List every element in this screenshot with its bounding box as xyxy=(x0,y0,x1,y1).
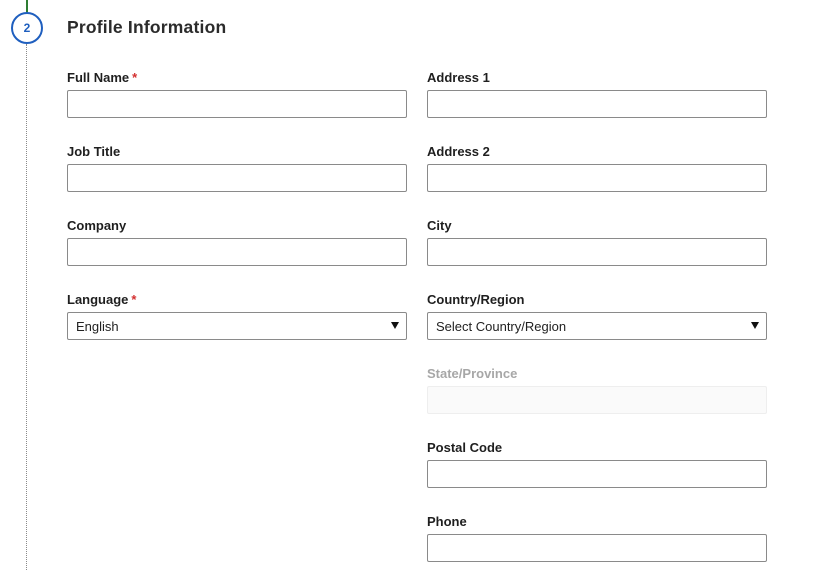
language-label-text: Language xyxy=(67,292,129,307)
full-name-input[interactable] xyxy=(67,90,407,118)
postal-code-label: Postal Code xyxy=(427,440,502,455)
country-select[interactable]: Select Country/Region xyxy=(427,312,767,340)
full-name-label-text: Full Name xyxy=(67,70,130,85)
language-label: Language * xyxy=(67,292,136,307)
city-input[interactable] xyxy=(427,238,767,266)
city-label-text: City xyxy=(427,218,452,233)
country-selected-value: Select Country/Region xyxy=(436,318,567,334)
language-selected-value: English xyxy=(76,318,119,334)
phone-input[interactable] xyxy=(427,534,767,562)
language-select[interactable]: English xyxy=(67,312,407,340)
required-marker: * xyxy=(131,292,137,307)
city-label: City xyxy=(427,218,452,233)
section-title: Profile Information xyxy=(67,17,227,37)
address1-label-text: Address 1 xyxy=(427,70,490,85)
address1-input[interactable] xyxy=(427,90,767,118)
address2-label: Address 2 xyxy=(427,144,490,159)
address2-label-text: Address 2 xyxy=(427,144,490,159)
phone-label: Phone xyxy=(427,514,467,529)
postal-code-input[interactable] xyxy=(427,460,767,488)
caret-down-icon xyxy=(751,322,759,329)
phone-label-text: Phone xyxy=(427,514,467,529)
state-label: State/Province xyxy=(427,366,517,381)
caret-down-icon xyxy=(391,322,399,329)
address1-label: Address 1 xyxy=(427,70,490,85)
job-title-label: Job Title xyxy=(67,144,120,159)
postal-code-label-text: Postal Code xyxy=(427,440,503,455)
timeline-dotted-line xyxy=(26,44,27,570)
step-number: 2 xyxy=(23,21,31,35)
job-title-label-text: Job Title xyxy=(67,144,121,159)
state-input xyxy=(427,386,767,414)
company-label: Company xyxy=(67,218,126,233)
company-label-text: Company xyxy=(67,218,127,233)
country-label-text: Country/Region xyxy=(427,292,525,307)
step-number-badge: 2 xyxy=(11,12,43,44)
country-label: Country/Region xyxy=(427,292,525,307)
full-name-label: Full Name * xyxy=(67,70,137,85)
job-title-input[interactable] xyxy=(67,164,407,192)
company-input[interactable] xyxy=(67,238,407,266)
address2-input[interactable] xyxy=(427,164,767,192)
state-label-text: State/Province xyxy=(427,366,518,381)
required-marker: * xyxy=(132,70,138,85)
